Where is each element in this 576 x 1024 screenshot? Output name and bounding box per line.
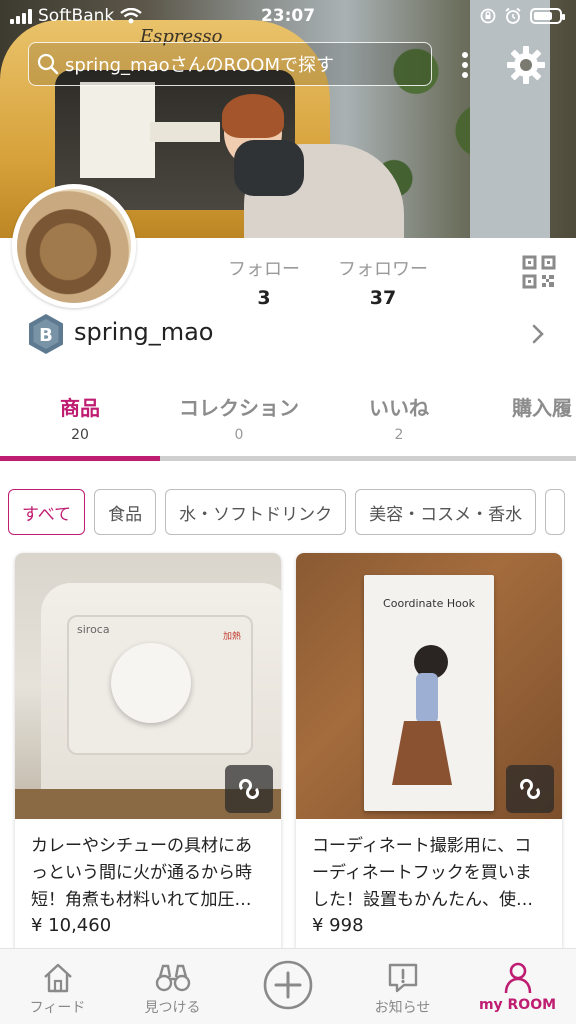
cover-sign xyxy=(150,122,220,142)
product-price: ¥ 998 xyxy=(312,915,364,936)
tab-likes-count: 2 xyxy=(394,427,404,443)
cover-menu-sheet xyxy=(80,82,155,178)
person-icon xyxy=(504,962,531,994)
tab-items[interactable]: 商品 20 xyxy=(40,392,120,443)
tab-likes-label: いいね xyxy=(369,396,429,420)
bottom-nav: フィード 見つける お知らせ my ROOM xyxy=(0,948,576,1024)
product-image: siroca 加熱 xyxy=(15,553,281,819)
link-icon[interactable] xyxy=(225,765,273,813)
nav-discover-label: 見つける xyxy=(144,1000,201,1016)
product-price: ¥ 10,460 xyxy=(31,915,112,936)
cover-pillar xyxy=(470,0,550,238)
tab-likes[interactable]: いいね 2 xyxy=(350,392,448,443)
cover-person xyxy=(220,94,404,238)
product-brand: siroca xyxy=(77,623,110,636)
avatar[interactable] xyxy=(12,184,136,308)
product-description: カレーやシチューの具材にあっという間に火が通るから時短！角煮も材料いれて加圧… xyxy=(31,836,252,910)
follow-label: フォロー xyxy=(228,259,300,280)
product-description: コーディネート撮影用に、コーディネートフックを買いました！設置もかんたん、使… xyxy=(312,836,533,910)
qr-code-icon[interactable] xyxy=(522,255,556,289)
product-card[interactable]: Coordinate Hook コーディネート撮影用に、コーディネートフックを買… xyxy=(296,553,562,973)
more-options-icon[interactable] xyxy=(455,50,475,80)
tab-purchase-history[interactable]: 購入履 xyxy=(512,392,576,421)
binoculars-icon xyxy=(155,964,190,992)
search-icon xyxy=(37,53,59,75)
tab-bar: 商品 20 コレクション 0 いいね 2 購入履 xyxy=(0,392,576,460)
nav-my-room[interactable]: my ROOM xyxy=(460,949,575,1024)
nav-my-room-label: my ROOM xyxy=(478,997,557,1013)
filter-chip-food[interactable]: 食品 xyxy=(94,489,157,535)
nav-notifications[interactable]: お知らせ xyxy=(345,949,460,1024)
plus-circle-icon[interactable] xyxy=(262,959,314,1011)
nav-discover[interactable]: 見つける xyxy=(115,949,230,1024)
product-image: Coordinate Hook xyxy=(296,553,562,819)
product-card[interactable]: siroca 加熱 カレーやシチューの具材にあっという間に火が通るから時短！角煮… xyxy=(15,553,281,973)
status-right xyxy=(480,7,565,25)
follower-label: フォロワー xyxy=(338,259,428,280)
nav-notifications-label: お知らせ xyxy=(374,1000,431,1016)
follower-stat[interactable]: フォロワー 37 xyxy=(323,255,443,309)
gear-icon[interactable] xyxy=(505,44,547,86)
tab-items-count: 20 xyxy=(71,427,89,443)
badge-letter: B xyxy=(39,325,53,346)
user-rank-badge: B xyxy=(29,314,63,354)
filter-chip-all[interactable]: すべて xyxy=(8,489,86,535)
product-box-title: Coordinate Hook xyxy=(383,597,475,610)
status-bar: SoftBank 23:07 xyxy=(0,0,576,34)
tab-collections-count: 0 xyxy=(234,427,244,443)
search-placeholder: spring_maoさんのROOMで探す xyxy=(65,55,334,76)
tab-collections-label: コレクション xyxy=(179,396,299,420)
tab-purchase-label: 購入履 xyxy=(512,396,572,420)
home-icon xyxy=(43,963,72,993)
tab-items-label: 商品 xyxy=(60,396,100,420)
follow-stat[interactable]: フォロー 3 xyxy=(204,255,324,309)
search-input[interactable]: spring_maoさんのROOMで探す xyxy=(28,42,432,86)
nav-feed[interactable]: フィード xyxy=(0,949,115,1024)
follower-count: 37 xyxy=(369,287,397,309)
alarm-icon xyxy=(505,7,521,24)
tab-indicator xyxy=(0,456,576,461)
chevron-right-icon[interactable] xyxy=(530,322,546,346)
nav-feed-label: フィード xyxy=(29,1000,86,1016)
tab-collections[interactable]: コレクション 0 xyxy=(170,392,308,443)
filter-chip-drinks[interactable]: 水・ソフトドリンク xyxy=(165,489,347,535)
category-filters: すべて 食品 水・ソフトドリンク 美容・コスメ・香水 xyxy=(8,489,566,535)
rotation-lock-icon xyxy=(480,8,496,24)
battery-icon xyxy=(530,8,565,24)
filter-chip-more[interactable] xyxy=(545,489,566,535)
follow-count: 3 xyxy=(257,287,271,309)
link-icon[interactable] xyxy=(506,765,554,813)
product-status-text: 加熱 xyxy=(223,632,242,642)
notification-icon xyxy=(388,963,417,993)
filter-chip-beauty[interactable]: 美容・コスメ・香水 xyxy=(355,489,537,535)
username: spring_mao xyxy=(74,318,214,346)
